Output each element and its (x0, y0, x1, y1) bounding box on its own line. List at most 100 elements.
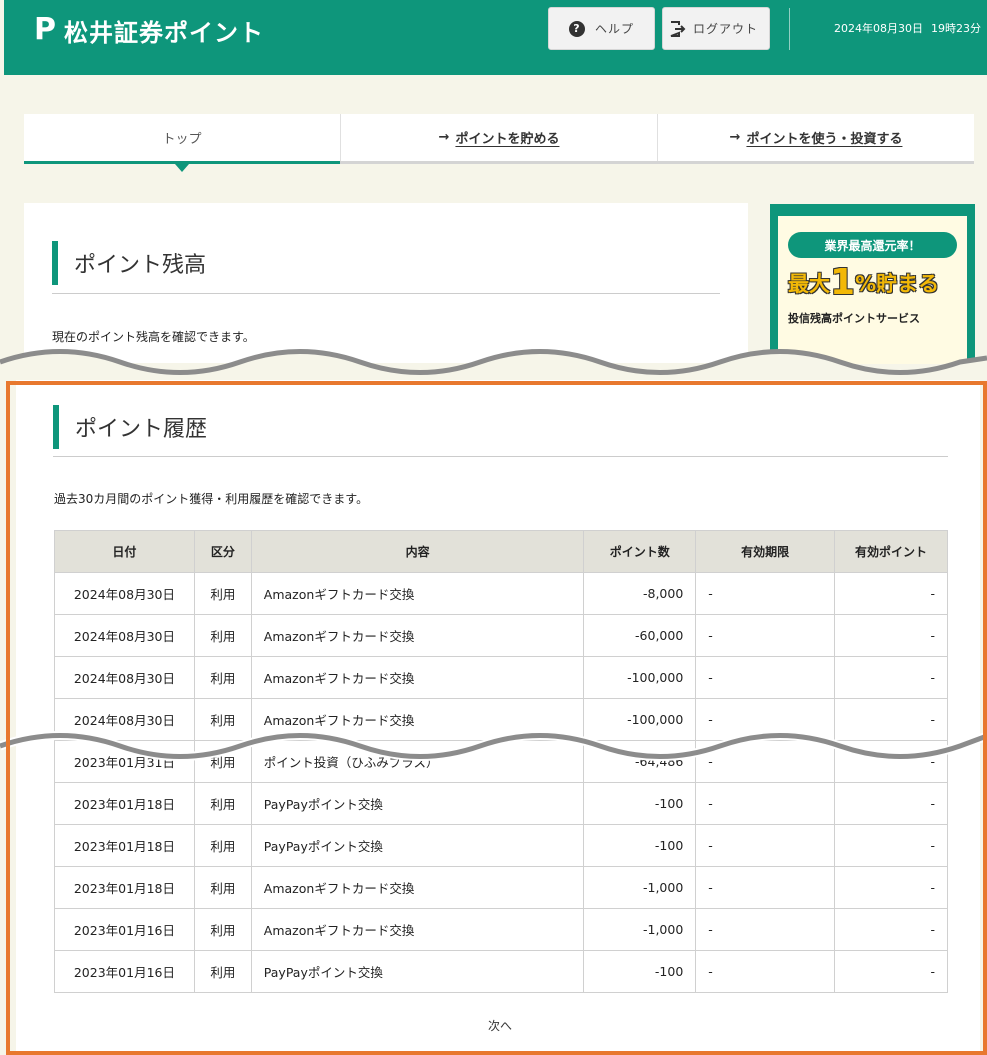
table-row: 2023年01月16日 利用 PayPayポイント交換 -100 - - (54, 950, 948, 993)
cell-valid-points: - (834, 950, 948, 993)
table-row: 2024年08月30日 利用 Amazonギフトカード交換 -100,000 -… (54, 698, 948, 741)
cell-date: 2023年01月16日 (54, 950, 195, 993)
heading-accent-bar (52, 241, 58, 285)
column-header-date: 日付 (54, 530, 195, 573)
tab-earn-points[interactable]: → ポイントを貯める (341, 114, 658, 161)
column-header-expiry: 有効期限 (695, 530, 836, 573)
table-row: 2024年08月30日 利用 Amazonギフトカード交換 -100,000 -… (54, 656, 948, 699)
cell-type: 利用 (193, 866, 252, 909)
banner-headline: 最大 1 %貯まる (788, 262, 940, 303)
cell-valid-points: - (834, 908, 948, 951)
cell-points: -1,000 (583, 908, 697, 951)
cell-expiry: - (695, 782, 836, 825)
app-header: P 松井証券ポイント ? ヘルプ ログアウト 2024年08月30日 19時23分 (4, 0, 987, 75)
cell-date: 2023年01月16日 (54, 908, 195, 951)
column-header-points: ポイント数 (583, 530, 697, 573)
cell-expiry: - (695, 656, 836, 699)
banner-number: 1 (830, 262, 856, 303)
cell-content: Amazonギフトカード交換 (250, 698, 585, 741)
cell-type: 利用 (193, 950, 252, 993)
cell-points: -100 (583, 950, 697, 993)
column-header-valid-points: 有効ポイント (834, 530, 948, 573)
cell-type: 利用 (193, 824, 252, 867)
main-nav: トップ → ポイントを貯める → ポイントを使う・投資する (24, 114, 974, 172)
point-balance-card: ポイント残高 現在のポイント残高を確認できます。 (24, 203, 748, 363)
cell-date: 2023年01月18日 (54, 782, 195, 825)
balance-title: ポイント残高 (74, 253, 207, 278)
arrow-right-icon: → (729, 130, 741, 145)
cell-type: 利用 (193, 782, 252, 825)
cell-date: 2023年01月31日 (54, 740, 195, 783)
cell-type: 利用 (193, 572, 252, 615)
logout-button[interactable]: ログアウト (662, 7, 770, 50)
site-title: 松井証券ポイント (64, 18, 264, 47)
cell-type: 利用 (193, 656, 252, 699)
cell-date: 2024年08月30日 (54, 572, 195, 615)
cell-date: 2024年08月30日 (54, 698, 195, 741)
tab-use-points[interactable]: → ポイントを使う・投資する (658, 114, 974, 161)
current-time: 19時23分 (931, 22, 981, 35)
cell-content: Amazonギフトカード交換 (250, 572, 585, 615)
cell-date: 2024年08月30日 (54, 656, 195, 699)
cell-expiry: - (695, 572, 836, 615)
tab-top[interactable]: トップ (24, 114, 341, 172)
table-row: 2024年08月30日 利用 Amazonギフトカード交換 -8,000 - - (54, 572, 948, 615)
help-label: ヘルプ (595, 22, 635, 36)
header-divider (789, 8, 790, 50)
cell-content: PayPayポイント交換 (250, 950, 585, 993)
table-row: 2023年01月31日 利用 ポイント投資（ひふみプラス） -64,486 - … (54, 740, 948, 783)
cell-points: -100 (583, 824, 697, 867)
table-row: 2023年01月18日 利用 PayPayポイント交換 -100 - - (54, 824, 948, 867)
logout-label: ログアウト (693, 22, 759, 36)
cell-expiry: - (695, 824, 836, 867)
cell-points: -1,000 (583, 866, 697, 909)
heading-divider (53, 456, 948, 457)
balance-heading: ポイント残高 (52, 241, 206, 285)
tab-use-points-label[interactable]: ポイントを使う・投資する (746, 128, 902, 147)
cell-expiry: - (695, 950, 836, 993)
heading-accent-bar (53, 405, 59, 449)
cell-type: 利用 (193, 698, 252, 741)
cell-date: 2023年01月18日 (54, 866, 195, 909)
cell-date: 2024年08月30日 (54, 614, 195, 657)
column-header-type: 区分 (193, 530, 252, 573)
cell-content: ポイント投資（ひふみプラス） (250, 740, 585, 783)
cell-date: 2023年01月18日 (54, 824, 195, 867)
balance-description: 現在のポイント残高を確認できます。 (52, 330, 255, 344)
arrow-right-icon: → (438, 130, 450, 145)
cell-content: Amazonギフトカード交換 (250, 656, 585, 699)
column-header-content: 内容 (250, 530, 585, 573)
current-date: 2024年08月30日 (834, 22, 923, 35)
cell-valid-points: - (834, 866, 948, 909)
cell-points: -100 (583, 782, 697, 825)
cell-expiry: - (695, 614, 836, 657)
banner-subtitle: 投信残高ポイントサービス (788, 312, 920, 325)
banner-suffix: %貯まる (855, 272, 940, 296)
next-page-link[interactable]: 次へ (488, 1017, 512, 1034)
cell-content: Amazonギフトカード交換 (250, 908, 585, 951)
cell-expiry: - (695, 866, 836, 909)
logo-mark: P (34, 12, 56, 47)
cell-valid-points: - (834, 656, 948, 699)
cell-points: -100,000 (583, 656, 697, 699)
logout-icon (669, 20, 687, 38)
heading-divider (52, 293, 720, 294)
cell-points: -64,486 (583, 740, 697, 783)
tab-earn-points-label[interactable]: ポイントを貯める (455, 128, 559, 147)
cell-valid-points: - (834, 698, 948, 741)
table-row: 2023年01月18日 利用 PayPayポイント交換 -100 - - (54, 782, 948, 825)
cell-type: 利用 (193, 740, 252, 783)
banner-prefix: 最大 (788, 272, 830, 296)
promo-banner[interactable]: 業界最高還元率！ 最大 1 %貯まる 投信残高ポイントサービス (770, 204, 975, 364)
cell-type: 利用 (193, 908, 252, 951)
cell-content: PayPayポイント交換 (250, 782, 585, 825)
cell-content: Amazonギフトカード交換 (250, 614, 585, 657)
table-header-row: 日付 区分 内容 ポイント数 有効期限 有効ポイント (54, 530, 948, 573)
table-row: 2023年01月16日 利用 Amazonギフトカード交換 -1,000 - - (54, 908, 948, 951)
help-button[interactable]: ? ヘルプ (548, 7, 655, 50)
site-logo[interactable]: P 松井証券ポイント (34, 12, 264, 48)
cell-valid-points: - (834, 782, 948, 825)
cell-expiry: - (695, 698, 836, 741)
cell-valid-points: - (834, 614, 948, 657)
cell-points: -8,000 (583, 572, 697, 615)
